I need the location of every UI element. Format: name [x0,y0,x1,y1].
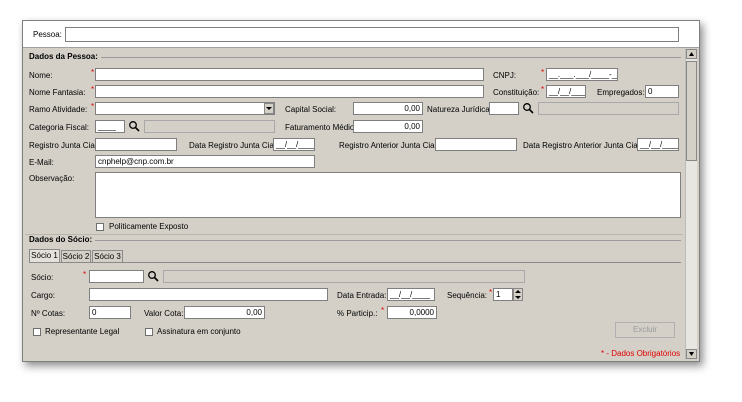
valor-cota-input[interactable]: 0,00 [184,306,265,319]
data-registro-anterior-label: Data Registro Anterior Junta Cial: [523,141,642,150]
required-marker: * [91,68,95,77]
natureza-input[interactable] [489,102,519,115]
natureza-description [538,102,679,115]
registro-label: Registro Junta Cial: [29,141,99,150]
ramo-select[interactable] [95,102,275,115]
ramo-dropdown-button[interactable] [264,103,274,114]
excluir-button[interactable]: Excluir [615,322,675,338]
required-marker: * [541,85,545,94]
constituicao-label: Constituição: [493,88,540,97]
faturamento-input[interactable]: 0,00 [353,120,423,133]
required-marker: * [541,68,545,77]
capital-input[interactable]: 0,00 [353,102,423,115]
vertical-scrollbar[interactable] [685,49,697,359]
empregados-label: Empregados: [597,88,645,97]
nome-fantasia-label: Nome Fantasia: [29,88,86,97]
cnpj-label: CNPJ: [493,71,517,80]
chevron-down-icon [266,107,272,110]
required-marker: * [91,102,95,111]
cotas-label: Nº Cotas: [31,309,66,318]
email-label: E-Mail: [29,158,54,167]
socio-input[interactable] [89,270,144,283]
socio-label: Sócio: [31,273,54,282]
politicamente-label: Politicamente Exposto [109,222,189,231]
registro-anterior-input[interactable] [435,138,517,151]
tab-socio-1[interactable]: Sócio 1 [29,249,60,262]
natureza-label: Natureza Jurídica: [427,105,492,114]
particip-input[interactable]: 0,0000 [387,306,437,319]
observacao-textarea[interactable] [95,172,681,218]
socio-section-title: Dados do Sócio: [29,235,93,244]
categoria-input[interactable]: ____ [95,120,125,133]
required-marker: * [91,85,95,94]
assinatura-label: Assinatura em conjunto [157,327,241,336]
pessoa-bar: Pessoa: [23,21,699,48]
constituicao-input[interactable]: __/__/____ [546,85,586,98]
required-note: * - Dados Obrigatórios [601,349,681,358]
cargo-input[interactable] [89,288,328,301]
spinner-arrows-icon [515,290,521,299]
cnpj-input[interactable]: __.___.___/____-__ [546,68,618,81]
assinatura-checkbox[interactable] [145,328,153,336]
data-entrada-input[interactable]: __/__/____ [387,288,435,301]
data-registro-input[interactable]: __/__/____ [273,138,315,151]
categoria-description [144,120,275,133]
tab-panel-border [29,262,681,263]
politicamente-checkbox[interactable] [96,223,104,231]
pessoa-section-title: Dados da Pessoa: [29,52,98,61]
search-icon[interactable] [522,102,534,114]
faturamento-label: Faturamento Médio: [285,123,357,132]
form-window: Pessoa: Dados da Pessoa: Nome: * CNPJ: *… [22,20,700,362]
section-divider [95,240,681,241]
nome-input[interactable] [95,68,484,81]
nome-fantasia-input[interactable] [95,85,484,98]
pessoa-label: Pessoa: [33,30,62,39]
section-divider [101,57,681,58]
observacao-label: Observação: [29,174,75,183]
ramo-label: Ramo Atividade: [29,105,88,114]
scroll-up-button[interactable] [686,49,697,59]
pessoa-input[interactable] [65,27,679,42]
scroll-thumb[interactable] [686,61,697,161]
nome-label: Nome: [29,71,53,80]
data-entrada-label: Data Entrada: [337,291,387,300]
sequencia-input[interactable]: 1 [493,288,513,301]
registro-anterior-label: Registro Anterior Junta Cial: [339,141,439,150]
required-marker: * [489,288,493,297]
cotas-input[interactable]: 0 [89,306,131,319]
sequencia-spinner[interactable] [513,288,523,301]
data-registro-label: Data Registro Junta Cial: [189,141,278,150]
registro-input[interactable] [95,138,177,151]
required-marker: * [381,306,385,315]
sequencia-label: Sequência: [447,291,488,300]
valor-cota-label: Valor Cota: [144,309,184,318]
particip-label: % Particip.: [337,309,378,318]
representante-label: Representante Legal [45,327,120,336]
arrow-up-icon [689,52,694,56]
scroll-down-button[interactable] [686,349,697,359]
data-registro-anterior-input[interactable]: __/__/____ [637,138,679,151]
capital-label: Capital Social: [285,105,337,114]
cargo-label: Cargo: [31,291,56,300]
required-marker: * [83,270,87,279]
representante-checkbox[interactable] [33,328,41,336]
categoria-label: Categoria Fiscal: [29,123,90,132]
search-icon[interactable] [128,120,140,132]
section-divider [25,234,683,235]
search-icon[interactable] [147,270,159,282]
email-input[interactable]: cnphelp@cnp.com.br [95,155,315,168]
empregados-input[interactable]: 0 [645,85,679,98]
socio-description [163,270,525,283]
arrow-down-icon [689,352,694,356]
